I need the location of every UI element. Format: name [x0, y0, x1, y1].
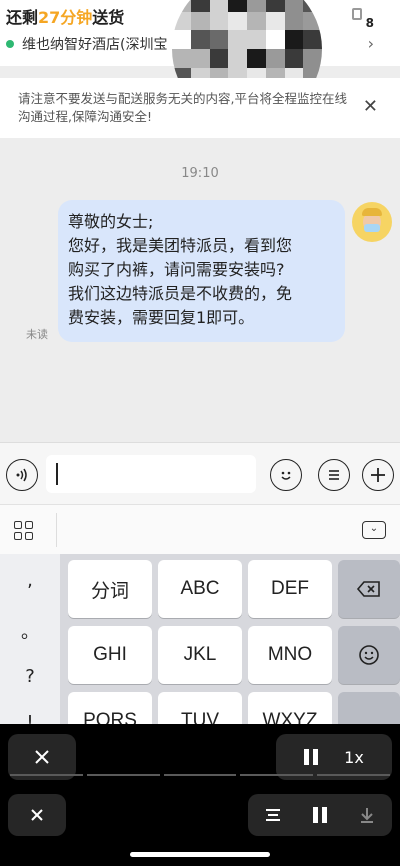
mosaic-cell — [284, 0, 304, 12]
notice-text: 请注意不要发送与配送服务无关的内容,平台将全程监控在线沟通过程,保障沟通安全! — [18, 91, 347, 124]
download-icon[interactable] — [358, 806, 376, 824]
quick-reply-icon[interactable] — [318, 459, 350, 491]
mosaic-cell — [284, 30, 304, 49]
emoji-icon[interactable] — [270, 459, 302, 491]
store-dot-icon — [6, 40, 14, 48]
status-prefix: 还剩 — [6, 8, 39, 27]
message-line: 我们这边特派员是不收费的，免 — [68, 284, 293, 303]
mosaic-cell — [209, 0, 229, 12]
mosaic-cell — [228, 0, 247, 12]
mosaic-cell — [209, 49, 229, 68]
backspace-key[interactable] — [338, 560, 400, 618]
message-line: 您好，我是美团特派员，看到您 — [68, 236, 293, 255]
mosaic-cell — [303, 30, 322, 49]
mosaic-cell — [247, 0, 266, 12]
mosaic-cell — [190, 0, 210, 12]
mosaic-cell — [190, 49, 210, 68]
punct-key[interactable]: , — [0, 570, 60, 591]
mosaic-cell — [172, 49, 191, 68]
time-left: 27分钟 — [38, 8, 93, 27]
message-line: 费安装，需要回复1即可。 — [68, 308, 255, 327]
mosaic-cell — [265, 30, 285, 49]
mosaic-cell — [265, 11, 285, 31]
key-abc[interactable]: ABC — [158, 560, 242, 618]
mosaic-cell — [190, 30, 210, 49]
player-toolbar — [248, 794, 392, 836]
store-label: 维也纳智好酒店(深圳宝 — [22, 37, 168, 53]
plus-icon[interactable] — [362, 459, 394, 491]
mosaic-cell — [209, 30, 229, 49]
voice-icon[interactable] — [6, 459, 38, 491]
close-button-secondary[interactable] — [8, 794, 66, 836]
menu-icon[interactable] — [264, 807, 282, 823]
punct-key[interactable]: ! — [0, 712, 60, 724]
avatar-helmet — [362, 208, 382, 216]
mosaic-cell — [228, 49, 247, 68]
read-status: 未读 — [26, 328, 48, 341]
key-mno[interactable]: MNO — [248, 626, 332, 684]
close-icon — [35, 750, 49, 764]
mosaic-cell — [172, 30, 191, 49]
progress-bar[interactable] — [10, 774, 390, 776]
mosaic-cell — [265, 49, 285, 68]
mosaic-cell — [228, 11, 247, 31]
close-icon — [31, 809, 43, 821]
key-ghi[interactable]: GHI — [68, 626, 152, 684]
keyboard: , 。 ? ! 分词 ABC DEF GHI JKL MNO PQRS TUV … — [0, 554, 400, 724]
message-timestamp: 19:10 — [181, 166, 219, 181]
extra-key[interactable] — [338, 692, 400, 724]
keyboard-hide-icon[interactable]: ⌄ — [362, 521, 386, 539]
emoji-key-icon — [359, 645, 379, 665]
message-bubble[interactable]: 尊敬的女士; 您好，我是美团特派员，看到您 购买了内裤，请问需要安装吗? 我们这… — [58, 200, 345, 342]
mosaic-cell — [247, 30, 266, 49]
toolbar-divider — [56, 513, 57, 547]
avatar[interactable] — [352, 202, 392, 242]
message-line: 尊敬的女士; — [68, 212, 154, 231]
close-icon[interactable]: ✕ — [363, 96, 378, 117]
keyboard-toolbar: ⌄ — [0, 504, 400, 554]
pause-icon[interactable] — [304, 749, 319, 765]
key-wxyz[interactable]: WXYZ — [248, 692, 332, 724]
chevron-right-icon[interactable]: › — [368, 34, 374, 53]
message-line: 购买了内裤，请问需要安装吗? — [68, 260, 285, 279]
order-icon — [352, 8, 362, 20]
mosaic-cell — [209, 11, 229, 31]
status-suffix: 送货 — [92, 8, 125, 27]
speed-button[interactable]: 1x — [344, 748, 364, 767]
pause-icon[interactable] — [312, 807, 327, 823]
mosaic-cell — [247, 49, 266, 68]
mosaic-cell — [303, 49, 322, 68]
order-badge: 8 — [365, 16, 374, 30]
key-def[interactable]: DEF — [248, 560, 332, 618]
key-tuv[interactable]: TUV — [158, 692, 242, 724]
avatar-mask — [364, 224, 380, 232]
chat-input-bar — [0, 442, 400, 504]
backspace-icon — [356, 581, 380, 597]
key-pqrs[interactable]: PQRS — [68, 692, 152, 724]
key-fenci[interactable]: 分词 — [68, 560, 152, 618]
mosaic-cell — [190, 11, 210, 31]
mosaic-cell — [284, 49, 304, 68]
mosaic-cell — [228, 30, 247, 49]
key-jkl[interactable]: JKL — [158, 626, 242, 684]
store-name[interactable]: 维也纳智好酒店(深圳宝 — [6, 34, 167, 54]
mosaic-cell — [284, 11, 304, 31]
home-indicator — [130, 852, 270, 857]
delivery-status: 还剩27分钟送货 — [6, 4, 124, 28]
mosaic-cell — [265, 0, 285, 12]
message-input[interactable] — [46, 455, 256, 493]
text-caret — [56, 463, 58, 485]
mosaic-cell — [247, 11, 266, 31]
punct-key[interactable]: ? — [0, 666, 60, 687]
keyboard-menu-icon[interactable] — [14, 521, 33, 540]
safety-notice: 请注意不要发送与配送服务无关的内容,平台将全程监控在线沟通过程,保障沟通安全! … — [0, 78, 400, 138]
emoji-key[interactable] — [338, 626, 400, 684]
punctuation-column[interactable]: , 。 ? ! — [0, 554, 60, 724]
punct-key[interactable]: 。 — [0, 618, 60, 644]
